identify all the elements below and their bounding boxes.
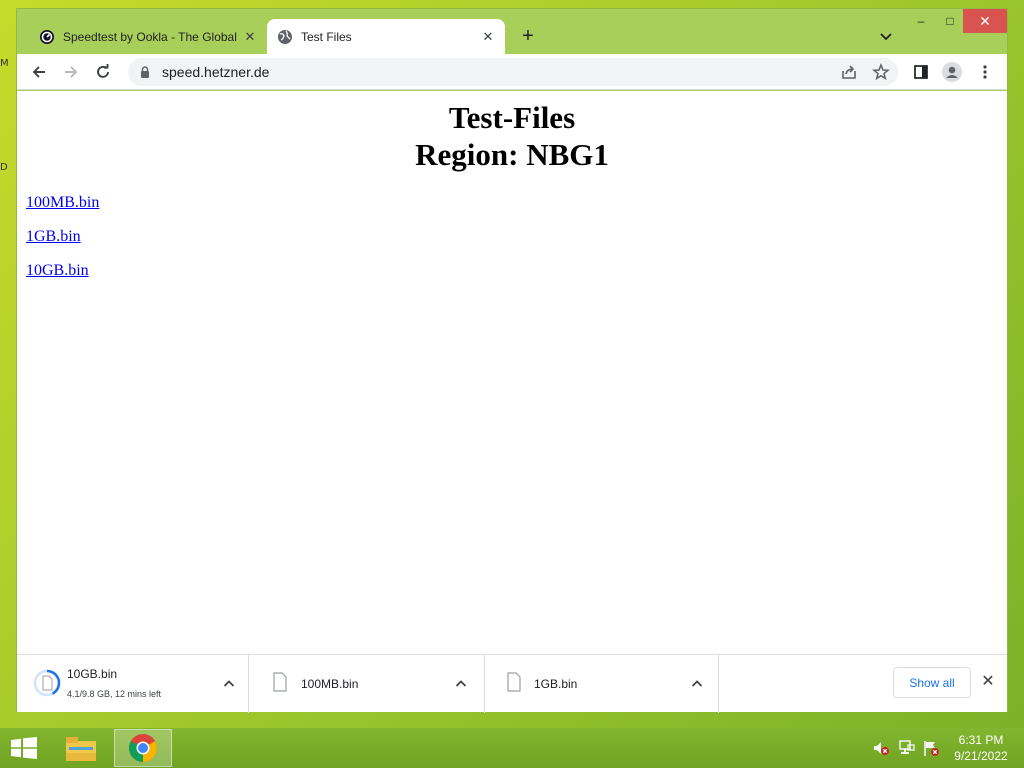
tab-strip: Speedtest by Ookla - The Global ✕ Test F… — [17, 9, 1007, 54]
show-all-downloads-button[interactable]: Show all — [893, 667, 971, 698]
file-explorer-icon[interactable] — [52, 729, 110, 767]
browser-toolbar: speed.hetzner.de — [17, 54, 1007, 90]
new-tab-button[interactable]: + — [517, 25, 539, 47]
chevron-up-icon[interactable] — [453, 676, 469, 692]
chevron-up-icon[interactable] — [689, 676, 705, 692]
network-icon[interactable] — [898, 739, 916, 757]
file-link-list: 100MB.bin 1GB.bin 10GB.bin — [26, 194, 99, 296]
speedtest-icon — [39, 29, 55, 45]
maximize-button[interactable]: □ — [937, 9, 963, 33]
chrome-icon[interactable] — [114, 729, 172, 767]
file-icon — [271, 672, 297, 700]
desktop-icon-label-m: M — [0, 58, 9, 69]
download-filename: 10GB.bin — [67, 667, 118, 681]
close-download-bar-button[interactable]: ✕ — [979, 672, 997, 690]
page-content: Test-Files Region: NBG1 100MB.bin 1GB.bi… — [17, 91, 1007, 654]
desktop-icon-label-d: D — [0, 162, 8, 173]
arrow-right-icon — [65, 66, 78, 78]
download-item-1gb[interactable]: 1GB.bin — [487, 655, 719, 713]
volume-muted-icon[interactable] — [872, 739, 890, 757]
reload-button[interactable] — [91, 60, 115, 84]
system-clock[interactable]: 6:31 PM 9/21/2022 — [948, 732, 1014, 764]
browser-window: Speedtest by Ookla - The Global ✕ Test F… — [16, 8, 1008, 713]
minimize-button[interactable]: – — [910, 9, 932, 33]
tab-title: Speedtest by Ookla - The Global — [63, 29, 237, 44]
url-text[interactable]: speed.hetzner.de — [162, 64, 269, 80]
file-icon — [505, 672, 531, 700]
link-10gb[interactable]: 10GB.bin — [26, 262, 99, 280]
download-filename: 100MB.bin — [301, 677, 359, 691]
reload-icon — [97, 64, 109, 78]
page-title: Test-Files Region: NBG1 — [17, 99, 1007, 173]
bookmark-star-icon[interactable] — [869, 60, 893, 84]
windows-start-icon[interactable] — [10, 737, 38, 759]
address-bar[interactable]: speed.hetzner.de — [128, 58, 898, 86]
side-panel-icon[interactable] — [909, 60, 933, 84]
tab-title: Test Files — [301, 29, 352, 44]
page-title-line2: Region: NBG1 — [415, 137, 609, 172]
globe-icon — [277, 29, 293, 45]
download-bar: 10GB.bin 4.1/9.8 GB, 12 mins left 100MB.… — [17, 654, 1007, 713]
download-status: 4.1/9.8 GB, 12 mins left — [67, 689, 162, 699]
profile-avatar-icon[interactable] — [940, 60, 964, 84]
action-center-flag-icon[interactable] — [922, 739, 940, 757]
back-button[interactable] — [27, 60, 51, 84]
lock-icon[interactable] — [138, 65, 152, 79]
tab-close-button[interactable]: ✕ — [239, 26, 261, 48]
link-100mb[interactable]: 100MB.bin — [26, 194, 99, 212]
clock-time: 6:31 PM — [958, 733, 1004, 747]
clock-date: 9/21/2022 — [954, 749, 1008, 763]
chevron-up-icon[interactable] — [221, 676, 237, 692]
forward-button[interactable] — [59, 60, 83, 84]
tab-search-chevron-icon[interactable] — [877, 27, 895, 45]
taskbar: 6:31 PM 9/21/2022 — [0, 728, 1024, 768]
tab-speedtest[interactable]: Speedtest by Ookla - The Global ✕ — [29, 19, 267, 54]
tab-close-button[interactable]: ✕ — [477, 26, 499, 48]
download-item-100mb[interactable]: 100MB.bin — [253, 655, 485, 713]
page-title-line1: Test-Files — [448, 100, 576, 135]
download-progress-ring-icon — [33, 669, 61, 697]
arrow-left-icon — [32, 66, 45, 78]
download-item-10gb[interactable]: 10GB.bin 4.1/9.8 GB, 12 mins left — [17, 655, 249, 713]
link-1gb[interactable]: 1GB.bin — [26, 228, 99, 246]
close-window-button[interactable]: ✕ — [963, 9, 1007, 33]
download-filename: 1GB.bin — [534, 677, 578, 691]
share-icon[interactable] — [837, 60, 861, 84]
menu-kebab-icon[interactable] — [973, 60, 997, 84]
tab-test-files[interactable]: Test Files ✕ — [267, 19, 505, 54]
